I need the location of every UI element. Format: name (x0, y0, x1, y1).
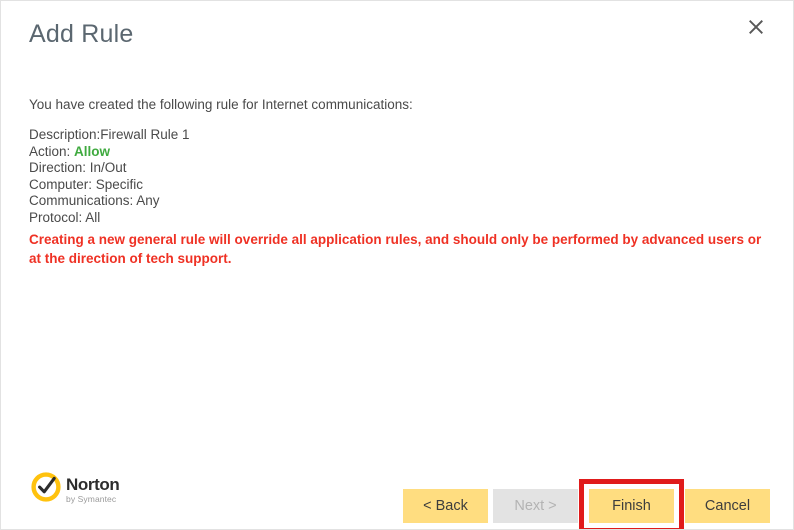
dialog-header: Add Rule (1, 1, 793, 67)
finish-button[interactable]: Finish (589, 489, 674, 523)
summary-row-communications: Communications: Any (29, 193, 160, 208)
close-button[interactable] (743, 14, 769, 40)
summary-row-direction: Direction: In/Out (29, 160, 127, 175)
norton-checkmark-icon (31, 472, 61, 507)
summary-action-value: Allow (74, 143, 111, 159)
page-title: Add Rule (29, 20, 134, 48)
close-icon (749, 20, 763, 34)
back-button[interactable]: < Back (403, 489, 488, 523)
summary-row-computer: Computer: Specific (29, 176, 144, 192)
next-button: Next > (493, 489, 578, 523)
summary-row-protocol: Protocol: All (29, 209, 101, 225)
dialog-footer: Norton by Symantec < Back Next > Finish … (1, 462, 793, 529)
cancel-button[interactable]: Cancel (685, 489, 770, 523)
summary-action-label: Action: (29, 143, 75, 159)
footer-button-row: < Back Next > Finish Cancel (403, 479, 770, 529)
brand-name: Norton (66, 474, 120, 494)
norton-logo: Norton by Symantec (31, 472, 120, 507)
rule-summary-list: Description:Firewall Rule 1 Action: Allo… (29, 127, 190, 226)
warning-text: Creating a new general rule will overrid… (29, 232, 762, 266)
summary-row-description: Description:Firewall Rule 1 (29, 127, 190, 142)
finish-button-highlight: Finish (579, 479, 684, 529)
norton-wordmark: Norton by Symantec (66, 474, 120, 504)
brand-tagline: by Symantec (66, 493, 117, 504)
intro-text: You have created the following rule for … (29, 97, 413, 112)
summary-row-action: Action: Allow (29, 144, 190, 161)
dialog-body: You have created the following rule for … (1, 67, 793, 462)
add-rule-dialog: Add Rule You have created the following … (0, 0, 794, 530)
